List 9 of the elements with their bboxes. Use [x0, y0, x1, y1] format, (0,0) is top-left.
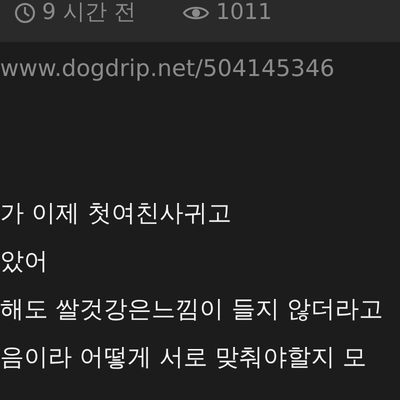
source-link[interactable]: www.dogdrip.net/504145346	[0, 56, 400, 82]
post-text-line: 았어	[0, 246, 49, 277]
post-text-line: 해도 쌀것강은느낌이 들지 않더라고	[0, 294, 384, 325]
post-text-line: 음이라 어떻게 서로 맞춰야할지 모	[0, 342, 368, 373]
post-text-line: 가 이제 첫여친사귀고	[0, 198, 232, 229]
clock-icon	[14, 2, 36, 24]
post-time: 9 시간 전	[42, 0, 136, 26]
eye-icon	[182, 4, 210, 22]
view-count: 1011	[216, 0, 272, 26]
